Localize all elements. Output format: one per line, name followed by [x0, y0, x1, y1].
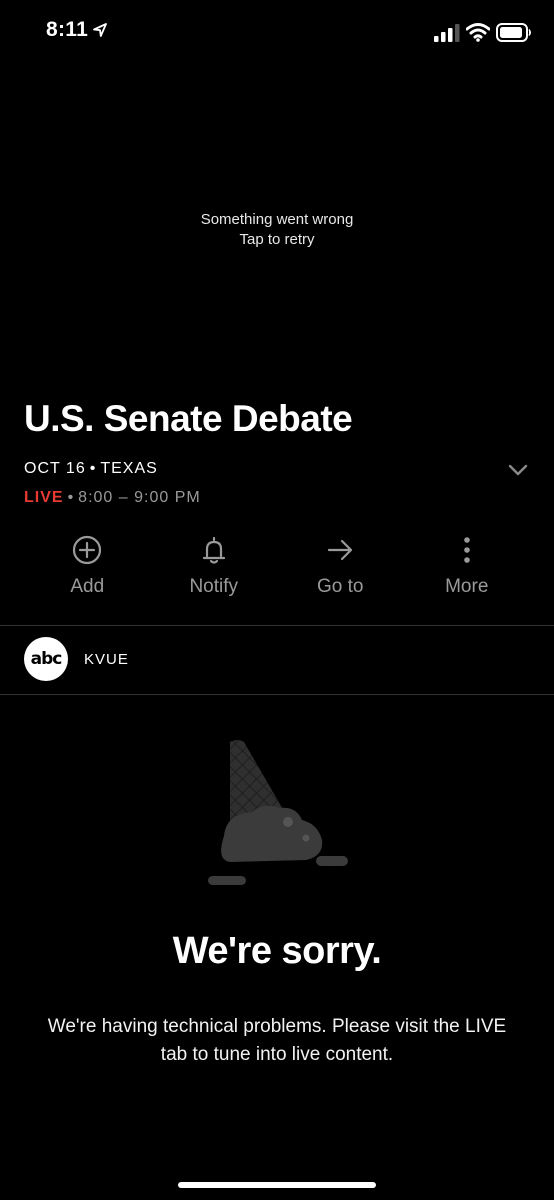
event-title: U.S. Senate Debate	[24, 398, 353, 439]
more-vertical-icon	[463, 537, 470, 563]
separator: •	[67, 489, 75, 506]
error-title: We're sorry.	[172, 930, 382, 972]
add-label: Add	[70, 576, 105, 597]
event-live-time: LIVE • 8:00 – 9:00 PM	[24, 489, 201, 507]
error-message: We're having technical problems. Please …	[47, 1016, 507, 1065]
channel-row[interactable]: abc KVUE	[24, 636, 129, 682]
event-time-range: 8:00 – 9:00 PM	[78, 489, 201, 506]
location-arrow-icon	[93, 23, 107, 37]
event-date-location: OCT 16 • TEXAS	[24, 460, 158, 478]
player-error-message[interactable]: Something went wrong Tap to retry	[0, 210, 554, 250]
retry-prompt[interactable]: Tap to retry	[0, 230, 554, 250]
wifi-icon	[466, 23, 490, 42]
notify-label: Notify	[189, 576, 239, 597]
channel-name: KVUE	[84, 650, 129, 668]
divider	[0, 694, 554, 695]
event-date: OCT 16	[24, 460, 86, 477]
cellular-signal-icon	[434, 24, 460, 42]
battery-icon	[496, 23, 531, 42]
dropped-ice-cream-icon	[208, 740, 348, 885]
divider	[0, 625, 554, 626]
action-bar: Add Notify Go to More	[24, 534, 530, 604]
event-location: TEXAS	[100, 460, 158, 477]
player-error-text: Something went wrong	[200, 211, 354, 228]
status-time: 8:11	[46, 18, 89, 41]
plus-circle-icon	[73, 535, 102, 565]
live-badge: LIVE	[24, 489, 64, 506]
logo-text: abc	[30, 649, 63, 669]
arrow-right-icon	[328, 539, 353, 561]
video-player[interactable]: Something went wrong Tap to retry	[0, 60, 554, 390]
add-button[interactable]: Add	[24, 534, 151, 604]
bell-icon	[202, 536, 225, 564]
separator: •	[89, 460, 97, 477]
go-to-label: Go to	[317, 576, 364, 597]
home-indicator[interactable]	[178, 1182, 376, 1188]
chevron-down-icon[interactable]	[506, 460, 530, 480]
status-bar: 8:11	[0, 0, 554, 60]
abc-logo: abc	[24, 637, 68, 681]
more-label: More	[445, 576, 489, 597]
more-button[interactable]: More	[404, 534, 531, 604]
notify-button[interactable]: Notify	[151, 534, 278, 604]
go-to-button[interactable]: Go to	[277, 534, 404, 604]
